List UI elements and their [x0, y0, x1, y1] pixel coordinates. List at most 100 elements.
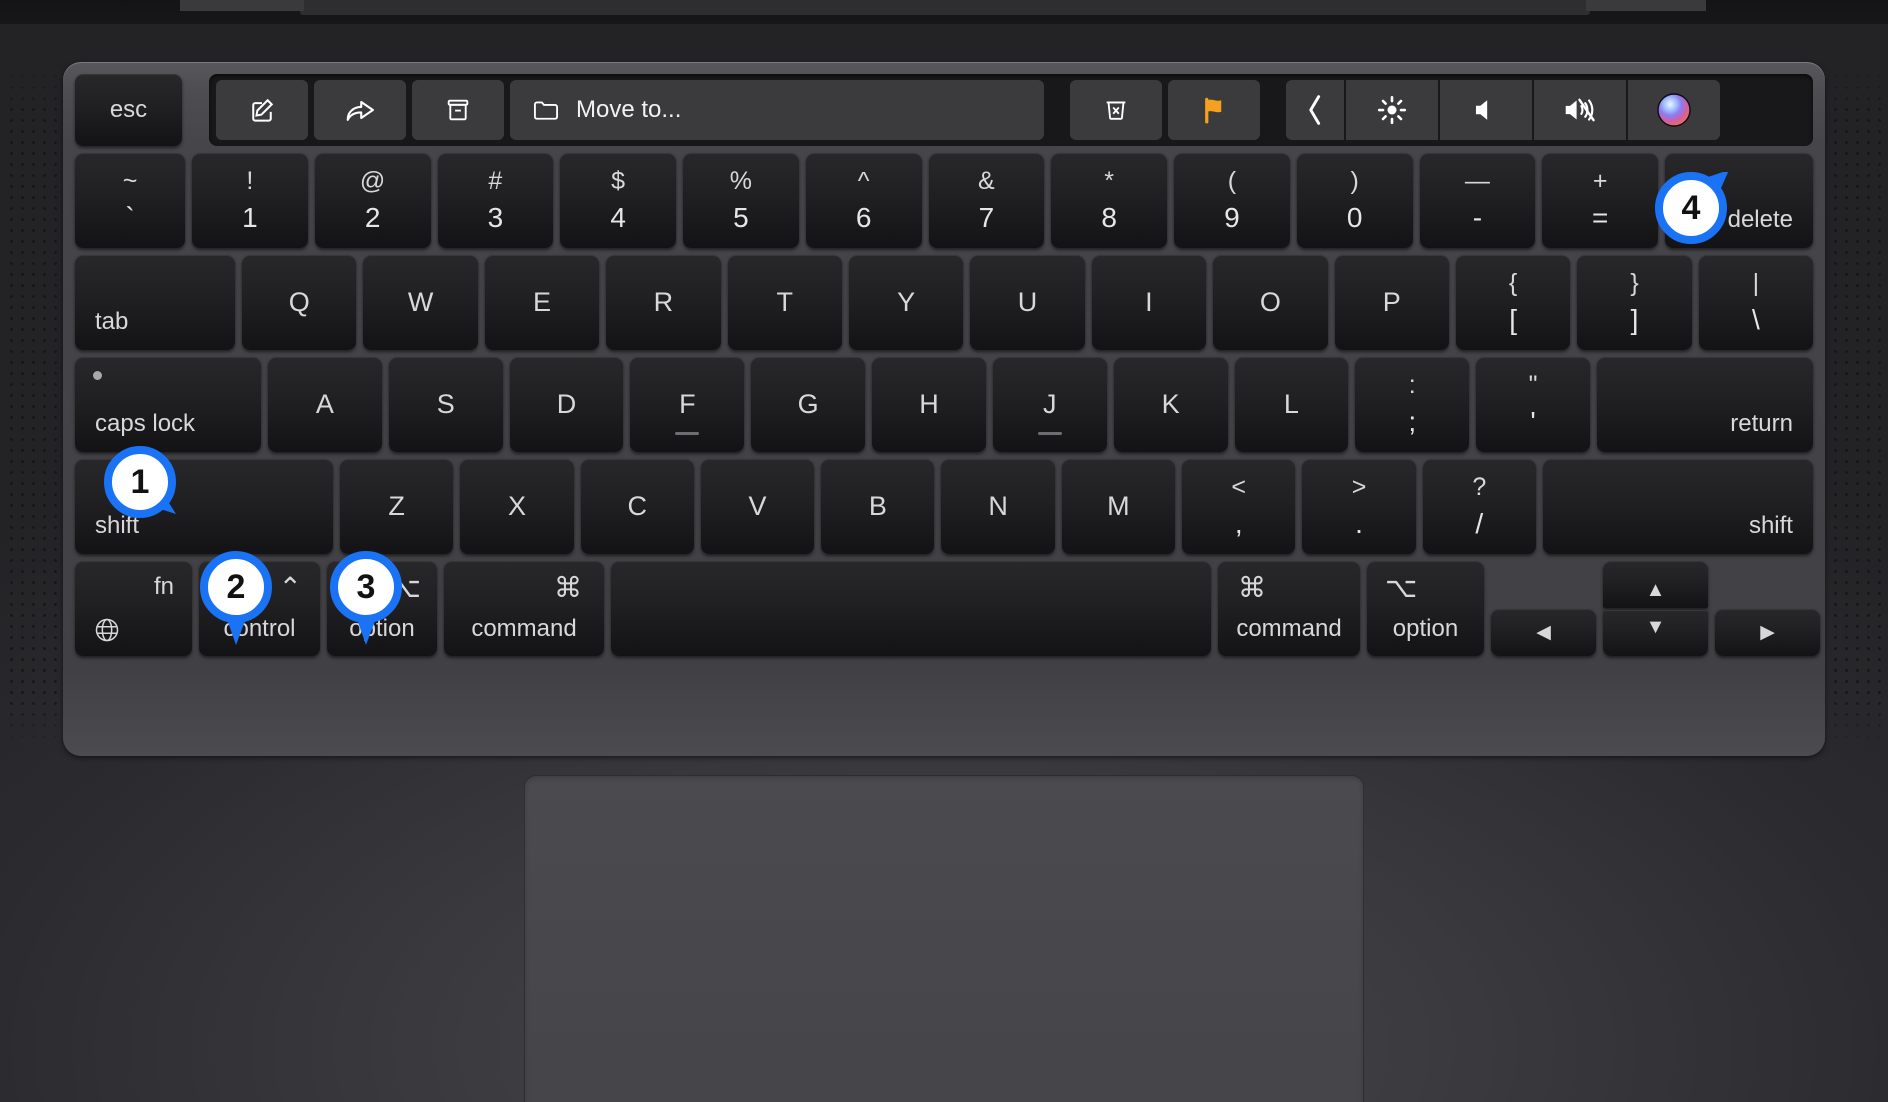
slash-key[interactable]: ? / [1422, 459, 1536, 554]
esc-key[interactable]: esc [75, 74, 182, 146]
digit-4-key[interactable]: $ 4 [560, 153, 676, 248]
caps-lock-key[interactable]: caps lock [75, 357, 261, 452]
return-key[interactable]: return [1596, 357, 1813, 452]
i-key[interactable]: I [1091, 255, 1207, 350]
hinge-left [180, 0, 304, 11]
tilde-key[interactable]: ~ ` [75, 153, 185, 248]
digit-2-key[interactable]: @ 2 [314, 153, 431, 248]
arrow-right-key[interactable]: ▶ [1715, 609, 1820, 656]
digit-9-label: 9 [1224, 202, 1240, 233]
v-key-label: V [748, 491, 767, 521]
comma-key[interactable]: < , [1182, 459, 1296, 554]
callout-3: 3 [330, 551, 418, 645]
digit-3-shift-label: # [488, 167, 503, 195]
tab-key-label: tab [95, 308, 129, 335]
digit-8-key[interactable]: * 8 [1051, 153, 1167, 248]
b-key[interactable]: B [821, 459, 935, 554]
trackpad[interactable] [524, 775, 1364, 1102]
brightness-sun-icon [1377, 95, 1407, 125]
folder-icon [532, 98, 560, 122]
digit-0-key[interactable]: ) 0 [1296, 153, 1413, 248]
forward-message-button[interactable] [314, 80, 406, 140]
p-key[interactable]: P [1334, 255, 1449, 350]
c-key[interactable]: C [580, 459, 694, 554]
bracket-right-key[interactable]: } ] [1577, 255, 1692, 350]
minus-key[interactable]: — - [1419, 153, 1536, 248]
k-key[interactable]: K [1113, 357, 1228, 452]
brightness-button[interactable] [1346, 80, 1438, 140]
tilde-key-shift-label: ~ [122, 167, 138, 195]
bracket-left-key[interactable]: { [ [1455, 255, 1571, 350]
x-key-label: X [507, 491, 526, 521]
period-key[interactable]: > . [1302, 459, 1416, 554]
digit-1-key[interactable]: ! 1 [192, 153, 308, 248]
f-key[interactable]: F [630, 357, 745, 452]
d-key[interactable]: D [509, 357, 624, 452]
t-key[interactable]: T [727, 255, 842, 350]
x-key[interactable]: X [460, 459, 574, 554]
v-key[interactable]: V [700, 459, 815, 554]
command-right-key[interactable]: ⌘ command [1218, 561, 1360, 656]
y-key[interactable]: Y [848, 255, 964, 350]
g-key[interactable]: G [751, 357, 866, 452]
e-key[interactable]: E [484, 255, 600, 350]
archive-message-button[interactable] [412, 80, 504, 140]
expand-control-strip-button[interactable] [1286, 80, 1344, 140]
digit-9-key[interactable]: ( 9 [1174, 153, 1290, 248]
j-key[interactable]: J [992, 357, 1107, 452]
digit-5-key[interactable]: % 5 [683, 153, 799, 248]
n-key[interactable]: N [941, 459, 1055, 554]
digit-6-label: 6 [855, 202, 872, 233]
digit-8-label: 8 [1101, 202, 1117, 233]
semicolon-key[interactable]: : ; [1355, 357, 1470, 452]
command-right-symbol: ⌘ [1238, 572, 1266, 603]
arrow-up-key[interactable]: ▲ [1603, 561, 1708, 608]
move-to-button[interactable]: Move to... [510, 80, 1044, 140]
compose-message-button[interactable] [216, 80, 308, 140]
speaker-grille-left [6, 60, 58, 750]
volume-button[interactable] [1440, 80, 1532, 140]
r-key[interactable]: R [606, 255, 721, 350]
command-left-symbol: ⌘ [554, 572, 582, 603]
digit-7-key[interactable]: & 7 [928, 153, 1045, 248]
equals-key[interactable]: + = [1542, 153, 1658, 248]
siri-button[interactable] [1628, 80, 1720, 140]
quote-key[interactable]: " ' [1476, 357, 1590, 452]
h-key[interactable]: H [872, 357, 986, 452]
tab-key[interactable]: tab [75, 255, 235, 350]
m-key[interactable]: M [1061, 459, 1176, 554]
digit-3-key[interactable]: # 3 [437, 153, 554, 248]
l-key[interactable]: L [1234, 357, 1349, 452]
delete-message-button[interactable] [1070, 80, 1162, 140]
shift-right-key[interactable]: shift [1542, 459, 1813, 554]
s-key[interactable]: S [388, 357, 503, 452]
command-left-key[interactable]: ⌘ command [444, 561, 604, 656]
u-key[interactable]: U [970, 255, 1085, 350]
touch-bar[interactable]: Move to... [209, 74, 1813, 146]
mute-button[interactable] [1534, 80, 1626, 140]
option-right-label: option [1392, 615, 1459, 642]
a-key[interactable]: A [268, 357, 382, 452]
hinge-right [1586, 0, 1706, 11]
keyboard: esc Move to... ~ ` ! 1 @ 2 # 3 $ 4 % 5 ^… [63, 62, 1825, 756]
q-key[interactable]: Q [242, 255, 357, 350]
arrow-left-icon: ◀ [1536, 622, 1551, 643]
option-right-key[interactable]: ⌥ option [1367, 561, 1484, 656]
flag-message-button[interactable] [1168, 80, 1260, 140]
p-key-label: P [1382, 287, 1401, 317]
fn-key[interactable]: fn [75, 561, 192, 656]
arrow-left-key[interactable]: ◀ [1491, 609, 1596, 656]
w-key[interactable]: W [363, 255, 478, 350]
callout-3-number: 3 [330, 551, 402, 623]
backslash-key[interactable]: | \ [1698, 255, 1814, 350]
digit-6-key[interactable]: ^ 6 [805, 153, 922, 248]
space-key[interactable] [611, 561, 1211, 656]
f-key-home-bump [675, 432, 700, 435]
o-key[interactable]: O [1213, 255, 1328, 350]
a-key-label: A [315, 389, 334, 419]
z-key[interactable]: Z [340, 459, 454, 554]
arrow-down-key[interactable]: ▼ [1603, 609, 1708, 656]
d-key-label: D [556, 389, 577, 419]
speaker-grille-right [1830, 60, 1882, 750]
n-key-label: N [988, 491, 1008, 521]
